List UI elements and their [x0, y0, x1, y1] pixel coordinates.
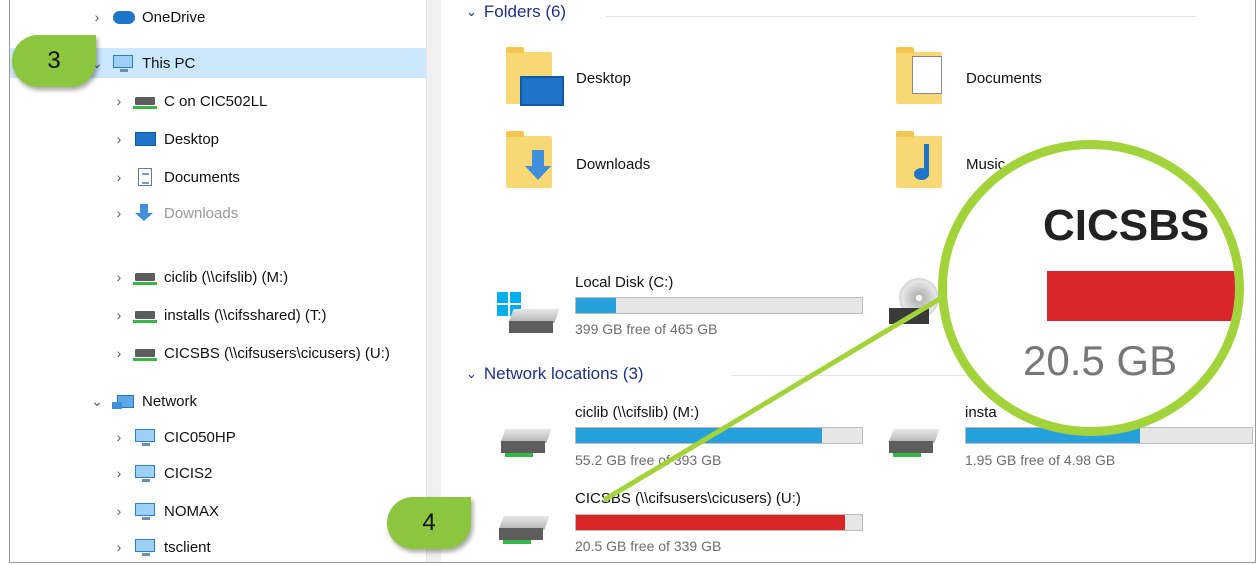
network-icon [112, 392, 134, 410]
network-drive-icon [500, 425, 552, 457]
chevron-right-icon[interactable]: › [112, 93, 126, 109]
free-space-text: 399 GB free of 465 GB [575, 321, 718, 337]
nav-item-installs[interactable]: › installs (\\cifsshared) (T:) [112, 300, 327, 330]
nav-item-onedrive[interactable]: › OneDrive [90, 2, 206, 32]
nav-item-label: Documents [164, 168, 240, 186]
chevron-right-icon[interactable]: › [112, 345, 126, 361]
chevron-down-icon[interactable]: ⌄ [466, 4, 477, 20]
nav-item-ciclib[interactable]: › ciclib (\\cifslib) (M:) [112, 262, 289, 292]
dvd-drive-icon[interactable] [889, 278, 939, 328]
folder-label: Downloads [576, 156, 651, 173]
group-label: Folders (6) [483, 2, 567, 21]
nav-item-documents[interactable]: › Documents [112, 162, 240, 192]
nav-item-label: OneDrive [142, 8, 206, 26]
storage-bar [575, 427, 863, 444]
free-space-text: 20.5 GB free of 339 GB [575, 538, 722, 554]
network-locations-group-header[interactable]: ⌄ Network locations (3) [466, 364, 644, 384]
group-label: Network locations (3) [483, 364, 644, 383]
divider [606, 16, 1196, 17]
drive-icon [508, 305, 560, 337]
computer-icon [112, 54, 134, 72]
chevron-right-icon[interactable]: › [90, 9, 104, 25]
folder-label: Desktop [576, 70, 632, 87]
nav-item-cicis2[interactable]: › CICIS2 [112, 458, 212, 488]
nav-item-label: tsclient [164, 538, 211, 556]
computer-icon [134, 502, 156, 520]
nav-item-tsclient[interactable]: › tsclient [112, 532, 211, 562]
folder-icon [896, 131, 942, 188]
network-drive-icon [133, 344, 157, 362]
magnified-storage-bar [1047, 271, 1235, 321]
chevron-right-icon[interactable]: › [112, 269, 126, 285]
chevron-right-icon[interactable]: › [112, 205, 126, 221]
nav-item-label: Desktop [164, 130, 220, 148]
nav-item-label: Network [142, 392, 198, 410]
nav-item-label: C on CIC502LL [164, 92, 268, 110]
onedrive-icon [112, 8, 135, 26]
folder-icon [506, 47, 564, 106]
chevron-down-icon[interactable]: ⌄ [90, 393, 104, 410]
nav-item-c-drive[interactable]: › C on CIC502LL [112, 86, 268, 116]
chevron-right-icon[interactable]: › [112, 429, 126, 445]
nav-item-downloads[interactable]: › Downloads [112, 198, 238, 228]
chevron-right-icon[interactable]: › [112, 465, 126, 481]
network-drive-icon [888, 425, 940, 457]
free-space-text: 55.2 GB free of 393 GB [575, 452, 722, 468]
drive-label: ciclib (\\cifslib) (M:) [575, 404, 700, 421]
documents-icon [134, 168, 156, 186]
folder-icon [506, 131, 552, 188]
nav-item-label: installs (\\cifsshared) (T:) [164, 306, 327, 324]
nav-item-label: ciclib (\\cifslib) (M:) [164, 268, 289, 286]
drive-label: Local Disk (C:) [575, 274, 674, 291]
nav-item-cicsbs[interactable]: › CICSBS (\\cifsusers\cicusers) (U:) [112, 338, 390, 368]
nav-scrollbar[interactable] [426, 0, 441, 562]
nav-item-network[interactable]: ⌄ Network [90, 386, 197, 416]
nav-item-label: NOMAX [164, 502, 220, 520]
desktop-icon [134, 130, 156, 148]
chevron-right-icon[interactable]: › [112, 503, 126, 519]
network-drive-icon [498, 512, 550, 544]
chevron-down-icon[interactable]: ⌄ [466, 366, 477, 382]
nav-item-label: This PC [142, 54, 196, 72]
step-3-callout: 3 [12, 35, 96, 87]
step-4-callout: 4 [387, 497, 471, 549]
storage-bar [575, 297, 863, 314]
magnified-free-space: 20.5 GB [1023, 337, 1178, 384]
chevron-right-icon[interactable]: › [112, 131, 126, 147]
network-drive-icon [133, 306, 157, 324]
nav-item-desktop[interactable]: › Desktop [112, 124, 219, 154]
folders-group-header[interactable]: ⌄ Folders (6) [466, 2, 566, 22]
nav-item-label: CICSBS (\\cifsusers\cicusers) (U:) [164, 344, 390, 362]
nav-item-cic050hp[interactable]: › CIC050HP [112, 422, 236, 452]
drive-label: CICSBS (\\cifsusers\cicusers) (U:) [575, 490, 801, 507]
computer-icon [134, 538, 156, 556]
free-space-text: 1.95 GB free of 4.98 GB [965, 452, 1116, 468]
nav-item-label: CIC050HP [164, 428, 236, 446]
chevron-right-icon[interactable]: › [112, 539, 126, 555]
nav-item-label: CICIS2 [164, 464, 213, 482]
folder-icon [896, 47, 942, 104]
downloads-icon [134, 204, 156, 222]
storage-bar [575, 514, 863, 531]
magnified-drive-name: CICSBS [1043, 201, 1210, 250]
chevron-right-icon[interactable]: › [112, 307, 126, 323]
drive-label: insta [965, 404, 997, 421]
chevron-right-icon[interactable]: › [112, 169, 126, 185]
magnifier-callout: CICSBS 20.5 GB [938, 140, 1244, 436]
network-drive-icon [133, 268, 157, 286]
folder-label: Documents [966, 70, 1042, 87]
nav-item-nomax[interactable]: › NOMAX [112, 496, 219, 526]
nav-item-label: Downloads [164, 204, 239, 222]
computer-icon [134, 464, 156, 482]
computer-icon [134, 428, 156, 446]
network-drive-icon [133, 92, 157, 110]
